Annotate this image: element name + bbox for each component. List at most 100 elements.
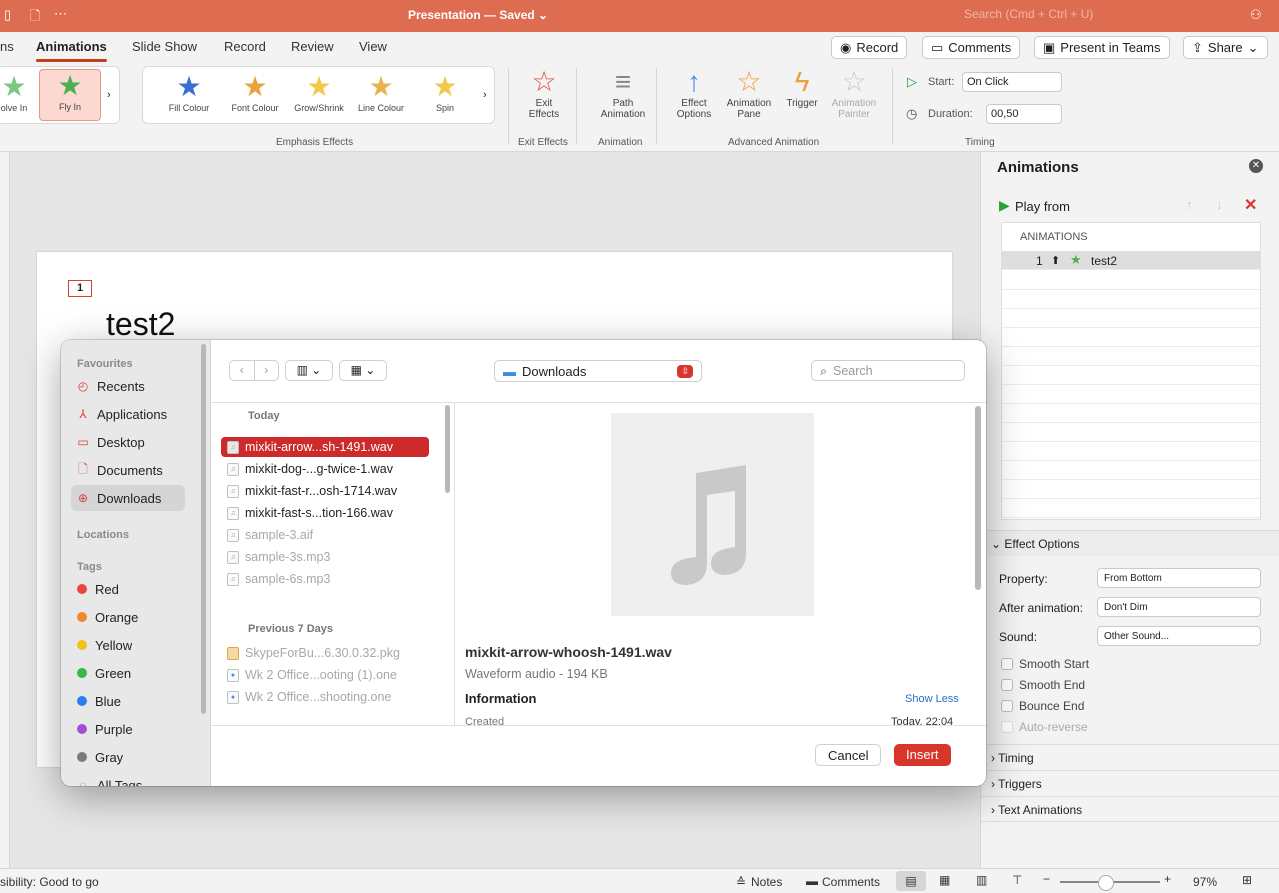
normal-view-icon[interactable]: ▤	[896, 871, 926, 891]
play-icon[interactable]: ▶	[999, 197, 1010, 214]
path-animation-button[interactable]: ≡ Path Animation	[594, 66, 652, 120]
sidebar-item-downloads[interactable]: ⊕ Downloads	[71, 485, 185, 511]
effect-options-button[interactable]: ↑ Effect Options	[670, 66, 718, 120]
forward-icon[interactable]: ›	[255, 361, 279, 380]
file-row[interactable]: ● Wk 2 Office...ooting (1).one	[221, 665, 429, 685]
accessibility-status[interactable]: sibility: Good to go	[0, 875, 99, 889]
fill-colour-effect[interactable]: ★ Fill Colour	[159, 71, 219, 113]
play-from-button[interactable]: Play from	[1015, 199, 1070, 214]
timing-section[interactable]: › Timing	[981, 744, 1279, 770]
reading-view-icon[interactable]: ▥	[976, 873, 987, 887]
slideshow-view-icon[interactable]: ⊤	[1012, 873, 1022, 887]
animation-order-badge[interactable]: 1	[68, 280, 92, 297]
view-mode-button[interactable]: ▥ ⌄	[285, 360, 333, 381]
group-by-button[interactable]: ▦ ⌄	[339, 360, 387, 381]
tab-review[interactable]: Review	[291, 39, 334, 54]
tab-view[interactable]: View	[359, 39, 387, 54]
move-down-icon[interactable]: ↓	[1216, 197, 1223, 212]
tag-purple[interactable]: Purple	[71, 716, 185, 742]
tag-green[interactable]: Green	[71, 660, 185, 686]
delete-icon[interactable]: ✕	[1244, 195, 1257, 215]
tag-blue[interactable]: Blue	[71, 688, 185, 714]
file-column-scrollbar[interactable]	[445, 405, 450, 493]
document-icon[interactable]: ▯	[4, 7, 11, 23]
sidebar-scrollbar[interactable]	[201, 344, 206, 714]
tag-gray[interactable]: Gray	[71, 744, 185, 770]
fly-in-effect[interactable]: ★ Fly In	[39, 69, 101, 121]
comments-button[interactable]: ▭ Comments	[922, 36, 1021, 59]
property-select[interactable]: From Bottom	[1097, 568, 1261, 588]
smooth-start-checkbox[interactable]: Smooth Start	[1001, 657, 1089, 671]
tag-orange[interactable]: Orange	[71, 604, 185, 630]
file-row[interactable]: ♫ mixkit-fast-s...tion-166.wav	[221, 503, 429, 523]
auto-reverse-checkbox[interactable]: Auto-reverse	[1001, 720, 1088, 734]
font-colour-effect[interactable]: ★ Font Colour	[225, 71, 285, 113]
show-less-link[interactable]: Show Less	[905, 693, 959, 705]
sidebar-item-applications[interactable]: ⅄ Applications	[71, 401, 185, 427]
window-title[interactable]: Presentation — Saved ⌄	[408, 8, 548, 22]
smooth-end-checkbox[interactable]: Smooth End	[1001, 678, 1085, 692]
record-button[interactable]: ◉ Record	[831, 36, 908, 59]
animation-painter-button[interactable]: ☆ Animation Painter	[826, 66, 882, 120]
spin-effect[interactable]: ★ Spin	[415, 71, 475, 113]
file-row[interactable]: ● Wk 2 Office...shooting.one	[221, 687, 429, 707]
zoom-in-icon[interactable]: +	[1164, 872, 1171, 886]
chevron-right-icon[interactable]: ›	[483, 89, 487, 101]
all-tags-item[interactable]: ◌ All Tags...	[71, 772, 185, 787]
file-row[interactable]: SkypeForBu...6.30.0.32.pkg	[221, 643, 429, 663]
slide-title[interactable]: test2	[106, 306, 175, 343]
location-popup[interactable]: ▬ Downloads ⇳	[494, 360, 702, 382]
bounce-end-checkbox[interactable]: Bounce End	[1001, 699, 1084, 713]
comments-status-button[interactable]: Comments	[822, 875, 880, 889]
zoom-out-icon[interactable]: −	[1043, 872, 1050, 886]
slide-sorter-icon[interactable]: ▦	[939, 873, 950, 887]
file-row[interactable]: ♫ sample-3s.mp3	[221, 547, 429, 567]
dialog-search-input[interactable]: ⌕ Search	[811, 360, 965, 381]
triggers-section[interactable]: › Triggers	[981, 770, 1279, 796]
sidebar-item-documents[interactable]: 🗋 Documents	[71, 457, 185, 483]
line-colour-effect[interactable]: ★ Line Colour	[351, 71, 411, 113]
zoom-level[interactable]: 97%	[1193, 875, 1217, 889]
list-item[interactable]: 1 ⬆ ★ test2	[1002, 251, 1260, 270]
tag-red[interactable]: Red	[71, 576, 185, 602]
duration-stepper[interactable]: 00,50	[986, 104, 1062, 124]
move-up-icon[interactable]: ↑	[1186, 197, 1193, 212]
trigger-button[interactable]: ϟ Trigger	[780, 66, 824, 109]
fit-to-window-icon[interactable]: ⊞	[1242, 873, 1252, 887]
file-row[interactable]: ♫ mixkit-dog-...g-twice-1.wav	[221, 459, 429, 479]
sound-select[interactable]: Other Sound...	[1097, 626, 1261, 646]
more-icon[interactable]: ⋯	[54, 6, 67, 22]
grow-shrink-effect[interactable]: ★ Grow/Shrink	[289, 71, 349, 113]
share-person-icon[interactable]: ⚇	[1250, 7, 1262, 23]
sidebar-item-desktop[interactable]: ▭ Desktop	[71, 429, 185, 455]
exit-effects-button[interactable]: ☆ Exit Effects	[516, 66, 572, 120]
new-document-icon[interactable]: 🗋	[30, 7, 40, 29]
start-select[interactable]: On Click	[962, 72, 1062, 92]
zoom-slider-knob[interactable]	[1098, 875, 1114, 891]
dissolve-in-effect[interactable]: ★ olve In	[0, 71, 31, 113]
text-animations-section[interactable]: › Text Animations	[981, 796, 1279, 822]
notes-button[interactable]: Notes	[751, 875, 782, 889]
chevron-right-icon[interactable]: ›	[107, 89, 111, 101]
file-row[interactable]: ♫ mixkit-fast-r...osh-1714.wav	[221, 481, 429, 501]
tab-record[interactable]: Record	[224, 39, 266, 54]
tab-slide-show[interactable]: Slide Show	[132, 39, 197, 54]
close-pane-icon[interactable]: ✕	[1249, 159, 1263, 173]
present-in-teams-button[interactable]: ▣ Present in Teams	[1034, 36, 1170, 59]
file-row[interactable]: ♫ mixkit-arrow...sh-1491.wav	[221, 437, 429, 457]
tag-yellow[interactable]: Yellow	[71, 632, 185, 658]
after-animation-select[interactable]: Don't Dim	[1097, 597, 1261, 617]
animation-pane-button[interactable]: ☆ Animation Pane	[722, 66, 776, 120]
file-row[interactable]: ♫ sample-3.aif	[221, 525, 429, 545]
cancel-button[interactable]: Cancel	[815, 744, 882, 766]
tab-transitions[interactable]: ns	[0, 39, 14, 54]
tab-animations[interactable]: Animations	[36, 39, 107, 62]
share-button[interactable]: ⇪ Share ⌄	[1183, 36, 1268, 59]
effect-options-section[interactable]: ⌄ Effect Options	[981, 530, 1279, 556]
search-input[interactable]: Search (Cmd + Ctrl + U)	[964, 7, 1244, 25]
insert-button[interactable]: Insert	[894, 744, 951, 766]
sidebar-item-recents[interactable]: ◴ Recents	[71, 373, 185, 399]
file-row[interactable]: ♫ sample-6s.mp3	[221, 569, 429, 589]
back-icon[interactable]: ‹	[230, 361, 255, 380]
preview-scrollbar[interactable]	[975, 406, 981, 590]
